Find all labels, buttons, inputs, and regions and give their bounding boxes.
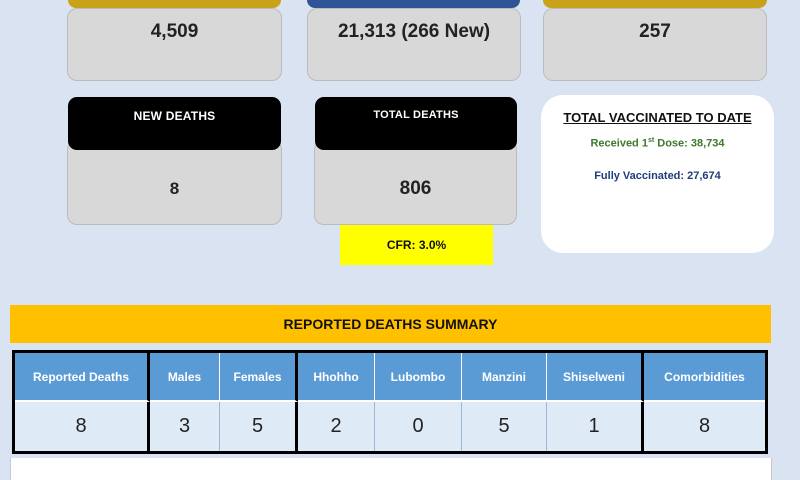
header-cell: Reported Deaths xyxy=(15,353,150,402)
value-cell: 3 xyxy=(150,402,220,451)
header-cell: Lubombo xyxy=(375,353,462,402)
new-deaths-header: NEW DEATHS xyxy=(68,97,281,150)
header-cell: Females xyxy=(220,353,298,402)
header-cell: Comorbidities xyxy=(644,353,765,402)
vaccinated-panel: TOTAL VACCINATED TO DATE Received 1st Do… xyxy=(541,95,774,253)
header-cell: Males xyxy=(150,353,220,402)
value-cell: 5 xyxy=(220,402,298,451)
value-cell: 0 xyxy=(375,402,462,451)
first-dose-text: Received 1st Dose: 38,734 xyxy=(541,137,774,150)
next-section-strip xyxy=(10,458,772,480)
first-dose-suffix: Dose: 38,734 xyxy=(654,137,725,150)
top-card-value-1: 4,509 xyxy=(67,8,282,81)
card-header-3 xyxy=(543,0,767,8)
table-value-row: 8 3 5 2 0 5 1 8 xyxy=(15,402,765,451)
first-dose-prefix: Received 1 xyxy=(590,137,648,150)
cfr-badge: CFR: 3.0% xyxy=(340,225,493,265)
top-card-value-3: 257 xyxy=(543,8,767,81)
deaths-summary-table: Reported Deaths Males Females Hhohho Lub… xyxy=(12,350,768,454)
total-deaths-value: 806 xyxy=(314,140,517,225)
header-cell: Manzini xyxy=(462,353,547,402)
value-cell: 5 xyxy=(462,402,547,451)
total-deaths-header: TOTAL DEATHS xyxy=(315,97,517,150)
vaccinated-title: TOTAL VACCINATED TO DATE xyxy=(563,110,752,125)
deaths-summary-title: REPORTED DEATHS SUMMARY xyxy=(10,305,771,343)
table-header-row: Reported Deaths Males Females Hhohho Lub… xyxy=(15,353,765,402)
header-cell: Hhohho xyxy=(298,353,375,402)
header-cell: Shiselweni xyxy=(547,353,644,402)
value-cell: 1 xyxy=(547,402,644,451)
fully-vaccinated-text: Fully Vaccinated: 27,674 xyxy=(594,169,721,182)
value-cell: 8 xyxy=(15,402,150,451)
top-card-value-2: 21,313 (266 New) xyxy=(307,8,521,81)
value-cell: 8 xyxy=(644,402,765,451)
value-cell: 2 xyxy=(298,402,375,451)
card-header-2 xyxy=(307,0,520,8)
new-deaths-value: 8 xyxy=(67,140,282,225)
card-header-1 xyxy=(68,0,281,8)
